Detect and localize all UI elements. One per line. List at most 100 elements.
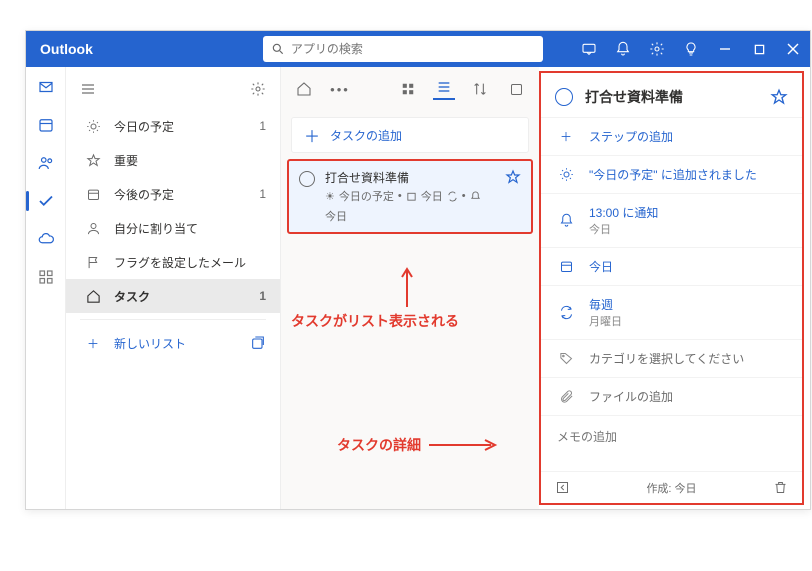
nav-count: 1 (259, 119, 266, 133)
app-body: 今日の予定 1 重要 今後の予定 1 自分に割り当て フラグを設定したメール (26, 67, 810, 509)
lightbulb-icon[interactable] (674, 31, 708, 67)
star-icon (84, 153, 102, 168)
grid-view-icon[interactable] (397, 78, 419, 100)
nav-item-my-day[interactable]: 今日の予定 1 (66, 109, 280, 143)
titlebar: Outlook (26, 31, 810, 67)
add-task-label: タスクの追加 (330, 127, 402, 144)
suggest-icon[interactable] (505, 78, 527, 100)
task-title: 打合せ資料準備 (325, 169, 495, 186)
note-input[interactable] (557, 428, 786, 456)
rail-cloud-icon[interactable] (34, 227, 58, 251)
rail-mail-icon[interactable] (34, 75, 58, 99)
sun-icon: ☀ (325, 190, 335, 203)
repeat-row[interactable]: 毎週月曜日 (541, 285, 802, 339)
add-step-button[interactable]: ＋ ステップの追加 (541, 117, 802, 155)
user-icon (84, 221, 102, 236)
flag-icon (84, 255, 102, 270)
gear-icon[interactable] (640, 31, 674, 67)
delete-icon[interactable] (773, 480, 788, 495)
search-box[interactable] (263, 36, 543, 62)
left-rail (26, 67, 66, 509)
sun-icon (84, 119, 102, 134)
rail-apps-icon[interactable] (34, 265, 58, 289)
close-button[interactable] (776, 31, 810, 67)
repeat-icon (557, 305, 575, 320)
plus-icon: ＋ (304, 123, 320, 147)
plus-icon: ＋ (84, 335, 102, 352)
task-star-icon[interactable] (505, 169, 521, 185)
nav-label: フラグを設定したメール (114, 254, 246, 271)
search-input[interactable] (291, 42, 535, 56)
due-date-row[interactable]: 今日 (541, 247, 802, 285)
detail-complete-circle[interactable] (555, 88, 573, 106)
nav-item-assigned[interactable]: 自分に割り当て (66, 211, 280, 245)
rail-calendar-icon[interactable] (34, 113, 58, 137)
app-title: Outlook (26, 41, 93, 57)
sun-icon (557, 167, 575, 182)
plus-icon: ＋ (557, 128, 575, 145)
repeat-icon (447, 191, 458, 202)
bell-icon (557, 213, 575, 228)
note-area[interactable] (541, 415, 802, 471)
add-file-row[interactable]: ファイルの追加 (541, 377, 802, 415)
search-icon (271, 42, 285, 56)
task-body: 打合せ資料準備 ☀ 今日の予定 • 今日 • 今日 (325, 169, 495, 224)
nav-item-important[interactable]: 重要 (66, 143, 280, 177)
app-window: Outlook (25, 30, 811, 510)
rail-todo-icon[interactable] (34, 189, 58, 213)
nav-count: 1 (259, 187, 266, 201)
task-list-pane: ••• ＋ タスクの追加 打合せ資料準備 ☀ 今日の予定 • (281, 67, 539, 509)
calendar-icon (406, 191, 417, 202)
annotation-arrow-right (429, 438, 499, 452)
nav-label: 今後の予定 (114, 186, 174, 203)
bell-icon[interactable] (606, 31, 640, 67)
annotation-detail: タスクの詳細 (337, 435, 499, 455)
added-to-myday[interactable]: "今日の予定" に追加されました (541, 155, 802, 193)
calendar-icon (557, 259, 575, 274)
hide-detail-icon[interactable] (555, 480, 570, 495)
nav-label: 今日の予定 (114, 118, 174, 135)
list-home-icon[interactable] (293, 78, 315, 100)
list-view-icon[interactable] (433, 78, 455, 100)
nav-label: タスク (114, 288, 150, 305)
remind-me-row[interactable]: 13:00 に通知今日 (541, 193, 802, 247)
task-meta: ☀ 今日の予定 • 今日 • 今日 (325, 188, 495, 224)
nav-separator (80, 319, 266, 320)
tag-icon (557, 351, 575, 366)
category-row[interactable]: カテゴリを選択してください (541, 339, 802, 377)
add-task-button[interactable]: ＋ タスクの追加 (291, 117, 529, 153)
nav-gear-icon[interactable] (250, 81, 266, 97)
nav-count: 1 (259, 289, 266, 303)
new-list-label: 新しいリスト (114, 335, 186, 352)
created-text: 作成: 今日 (570, 480, 773, 496)
rail-people-icon[interactable] (34, 151, 58, 175)
list-toolbar: ••• (281, 67, 539, 111)
task-complete-circle[interactable] (299, 171, 315, 187)
new-list-button[interactable]: ＋ 新しいリスト (66, 326, 280, 360)
nav-item-tasks[interactable]: タスク 1 (66, 279, 280, 313)
maximize-button[interactable] (742, 31, 776, 67)
nav-item-flagged[interactable]: フラグを設定したメール (66, 245, 280, 279)
titlebar-actions (572, 31, 810, 67)
bell-icon (470, 191, 481, 202)
task-detail-pane: 打合せ資料準備 ＋ ステップの追加 "今日の予定" に追加されました 13:00… (539, 71, 804, 505)
nav-item-planned[interactable]: 今後の予定 1 (66, 177, 280, 211)
nav-header (66, 77, 280, 109)
minimize-button[interactable] (708, 31, 742, 67)
detail-star-icon[interactable] (770, 88, 788, 106)
nav-label: 重要 (114, 152, 138, 169)
detail-footer: 作成: 今日 (541, 471, 802, 503)
sort-icon[interactable] (469, 78, 491, 100)
nav-label: 自分に割り当て (114, 220, 198, 237)
detail-title[interactable]: 打合せ資料準備 (585, 87, 770, 107)
hamburger-icon[interactable] (80, 81, 96, 97)
annotation-list-text: タスクがリスト表示される (291, 311, 459, 331)
nav-pane: 今日の予定 1 重要 今後の予定 1 自分に割り当て フラグを設定したメール (66, 67, 281, 509)
task-item[interactable]: 打合せ資料準備 ☀ 今日の予定 • 今日 • 今日 (287, 159, 533, 234)
chat-icon[interactable] (572, 31, 606, 67)
new-group-icon[interactable] (250, 335, 266, 351)
annotation-arrow-up (399, 267, 415, 307)
list-more-icon[interactable]: ••• (329, 78, 351, 100)
paperclip-icon (557, 389, 575, 404)
detail-header: 打合せ資料準備 (541, 73, 802, 117)
